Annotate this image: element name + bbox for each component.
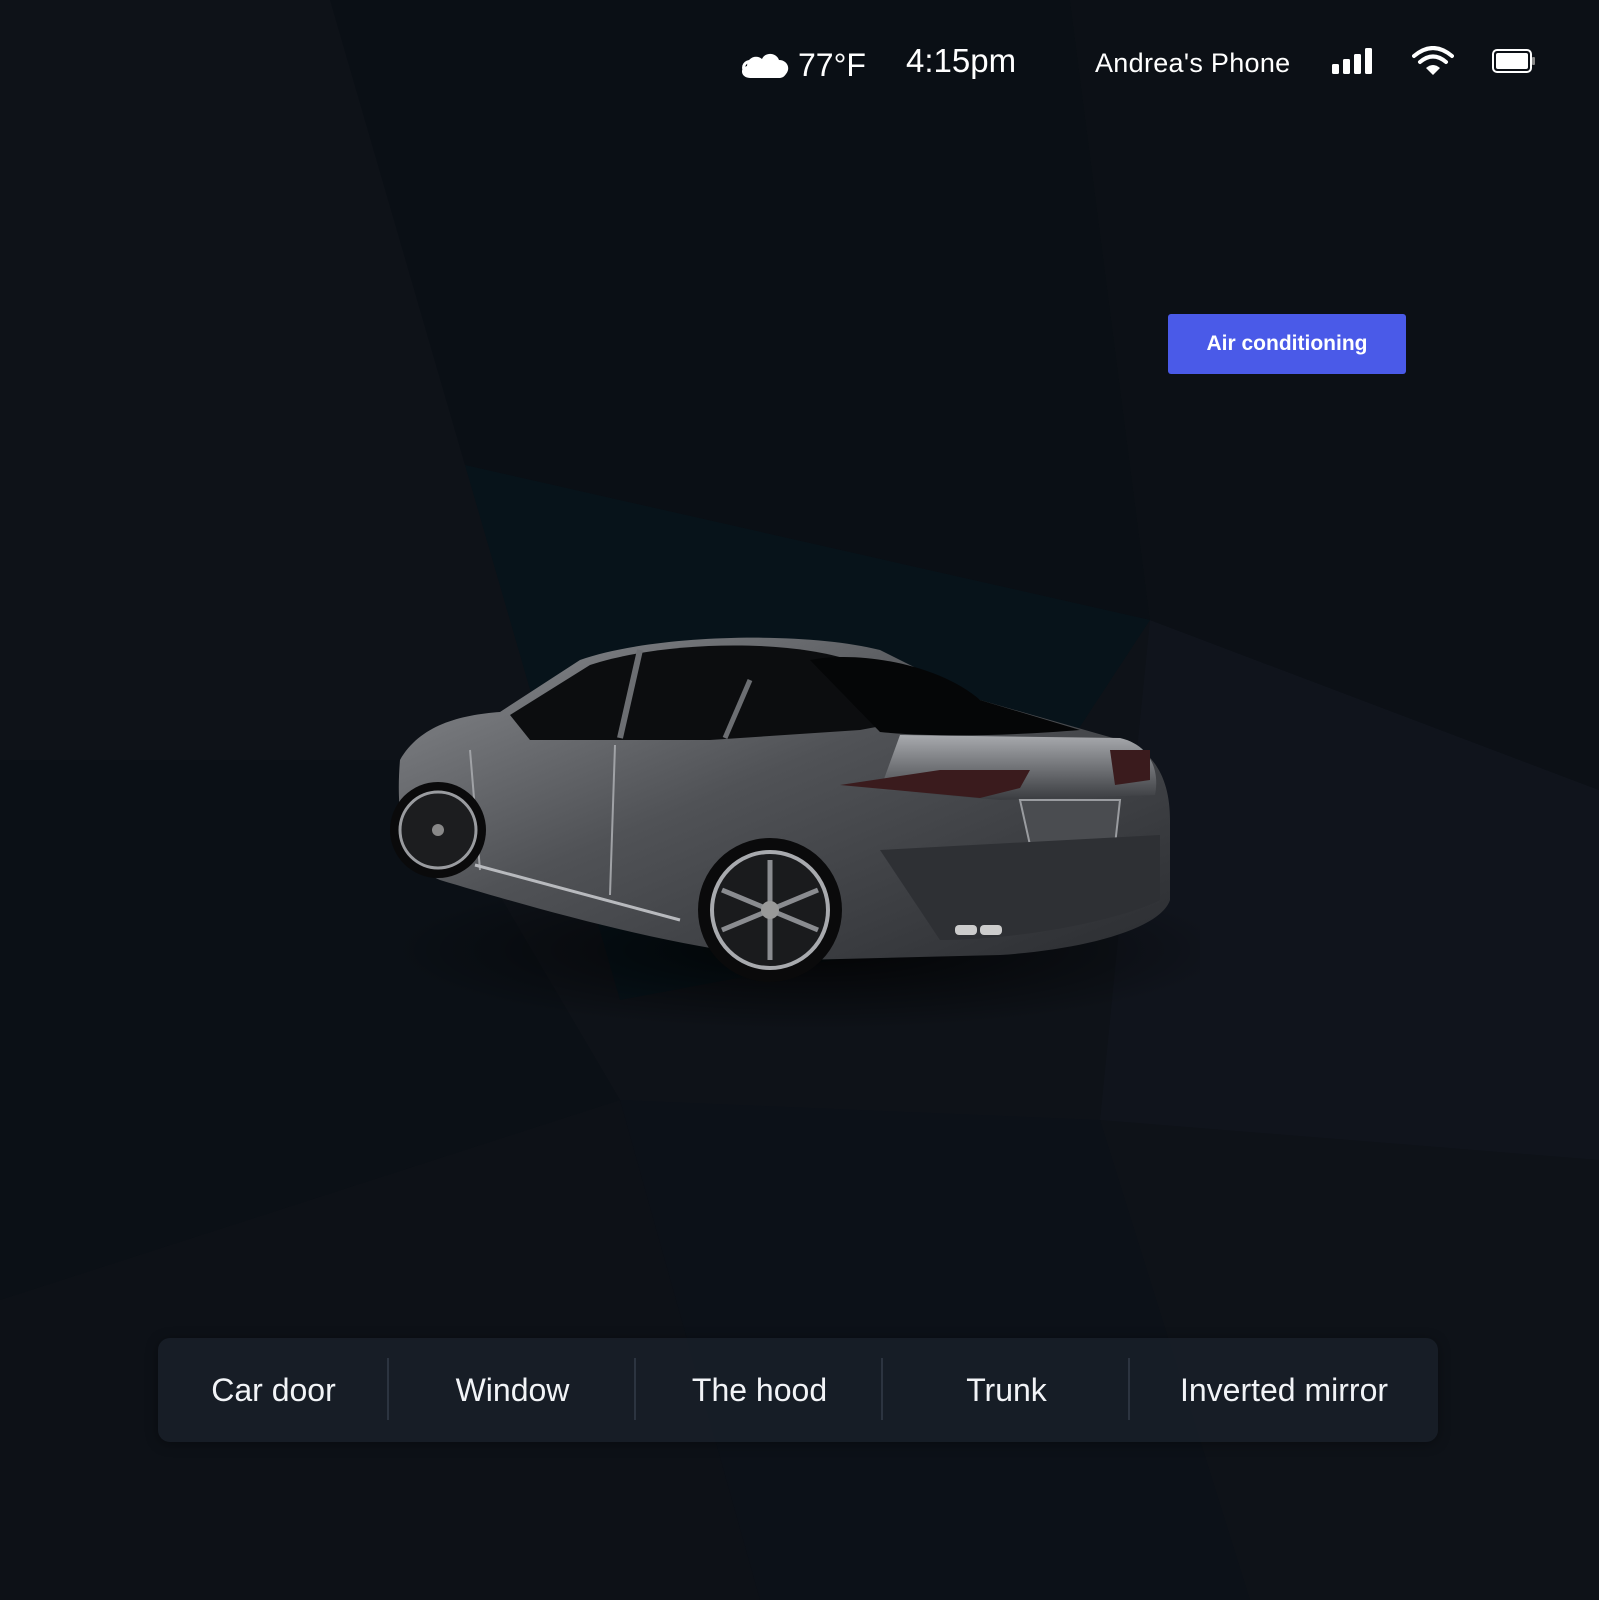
car-door-label: Car door	[211, 1371, 336, 1408]
weather-widget: 77°F	[736, 40, 866, 90]
cloud-icon	[741, 53, 789, 78]
inverted-mirror-label: Inverted mirror	[1179, 1371, 1389, 1408]
window-button[interactable]: Window	[389, 1338, 636, 1442]
inverted-mirror-button[interactable]: Inverted mirror	[1130, 1338, 1438, 1442]
trunk-button[interactable]: Trunk	[883, 1338, 1130, 1442]
connected-device-label: Andrea's Phone	[1095, 48, 1291, 78]
window-label: Window	[455, 1371, 570, 1408]
car-image	[390, 637, 1200, 1030]
trunk-label: Trunk	[966, 1371, 1047, 1408]
battery-icon	[1492, 49, 1535, 73]
car-door-button[interactable]: Car door	[158, 1338, 389, 1442]
vehicle-control-bar: Car door Window The hood Trunk Inverted …	[158, 1338, 1438, 1442]
hood-button[interactable]: The hood	[636, 1338, 883, 1442]
wifi-icon	[1412, 46, 1454, 75]
hood-label: The hood	[691, 1371, 828, 1408]
clock-label: 4:15pm	[906, 42, 1017, 79]
signal-bars-icon	[1332, 48, 1372, 74]
air-conditioning-button[interactable]: Air conditioning	[1168, 314, 1406, 374]
temperature-label: 77°F	[798, 46, 866, 83]
